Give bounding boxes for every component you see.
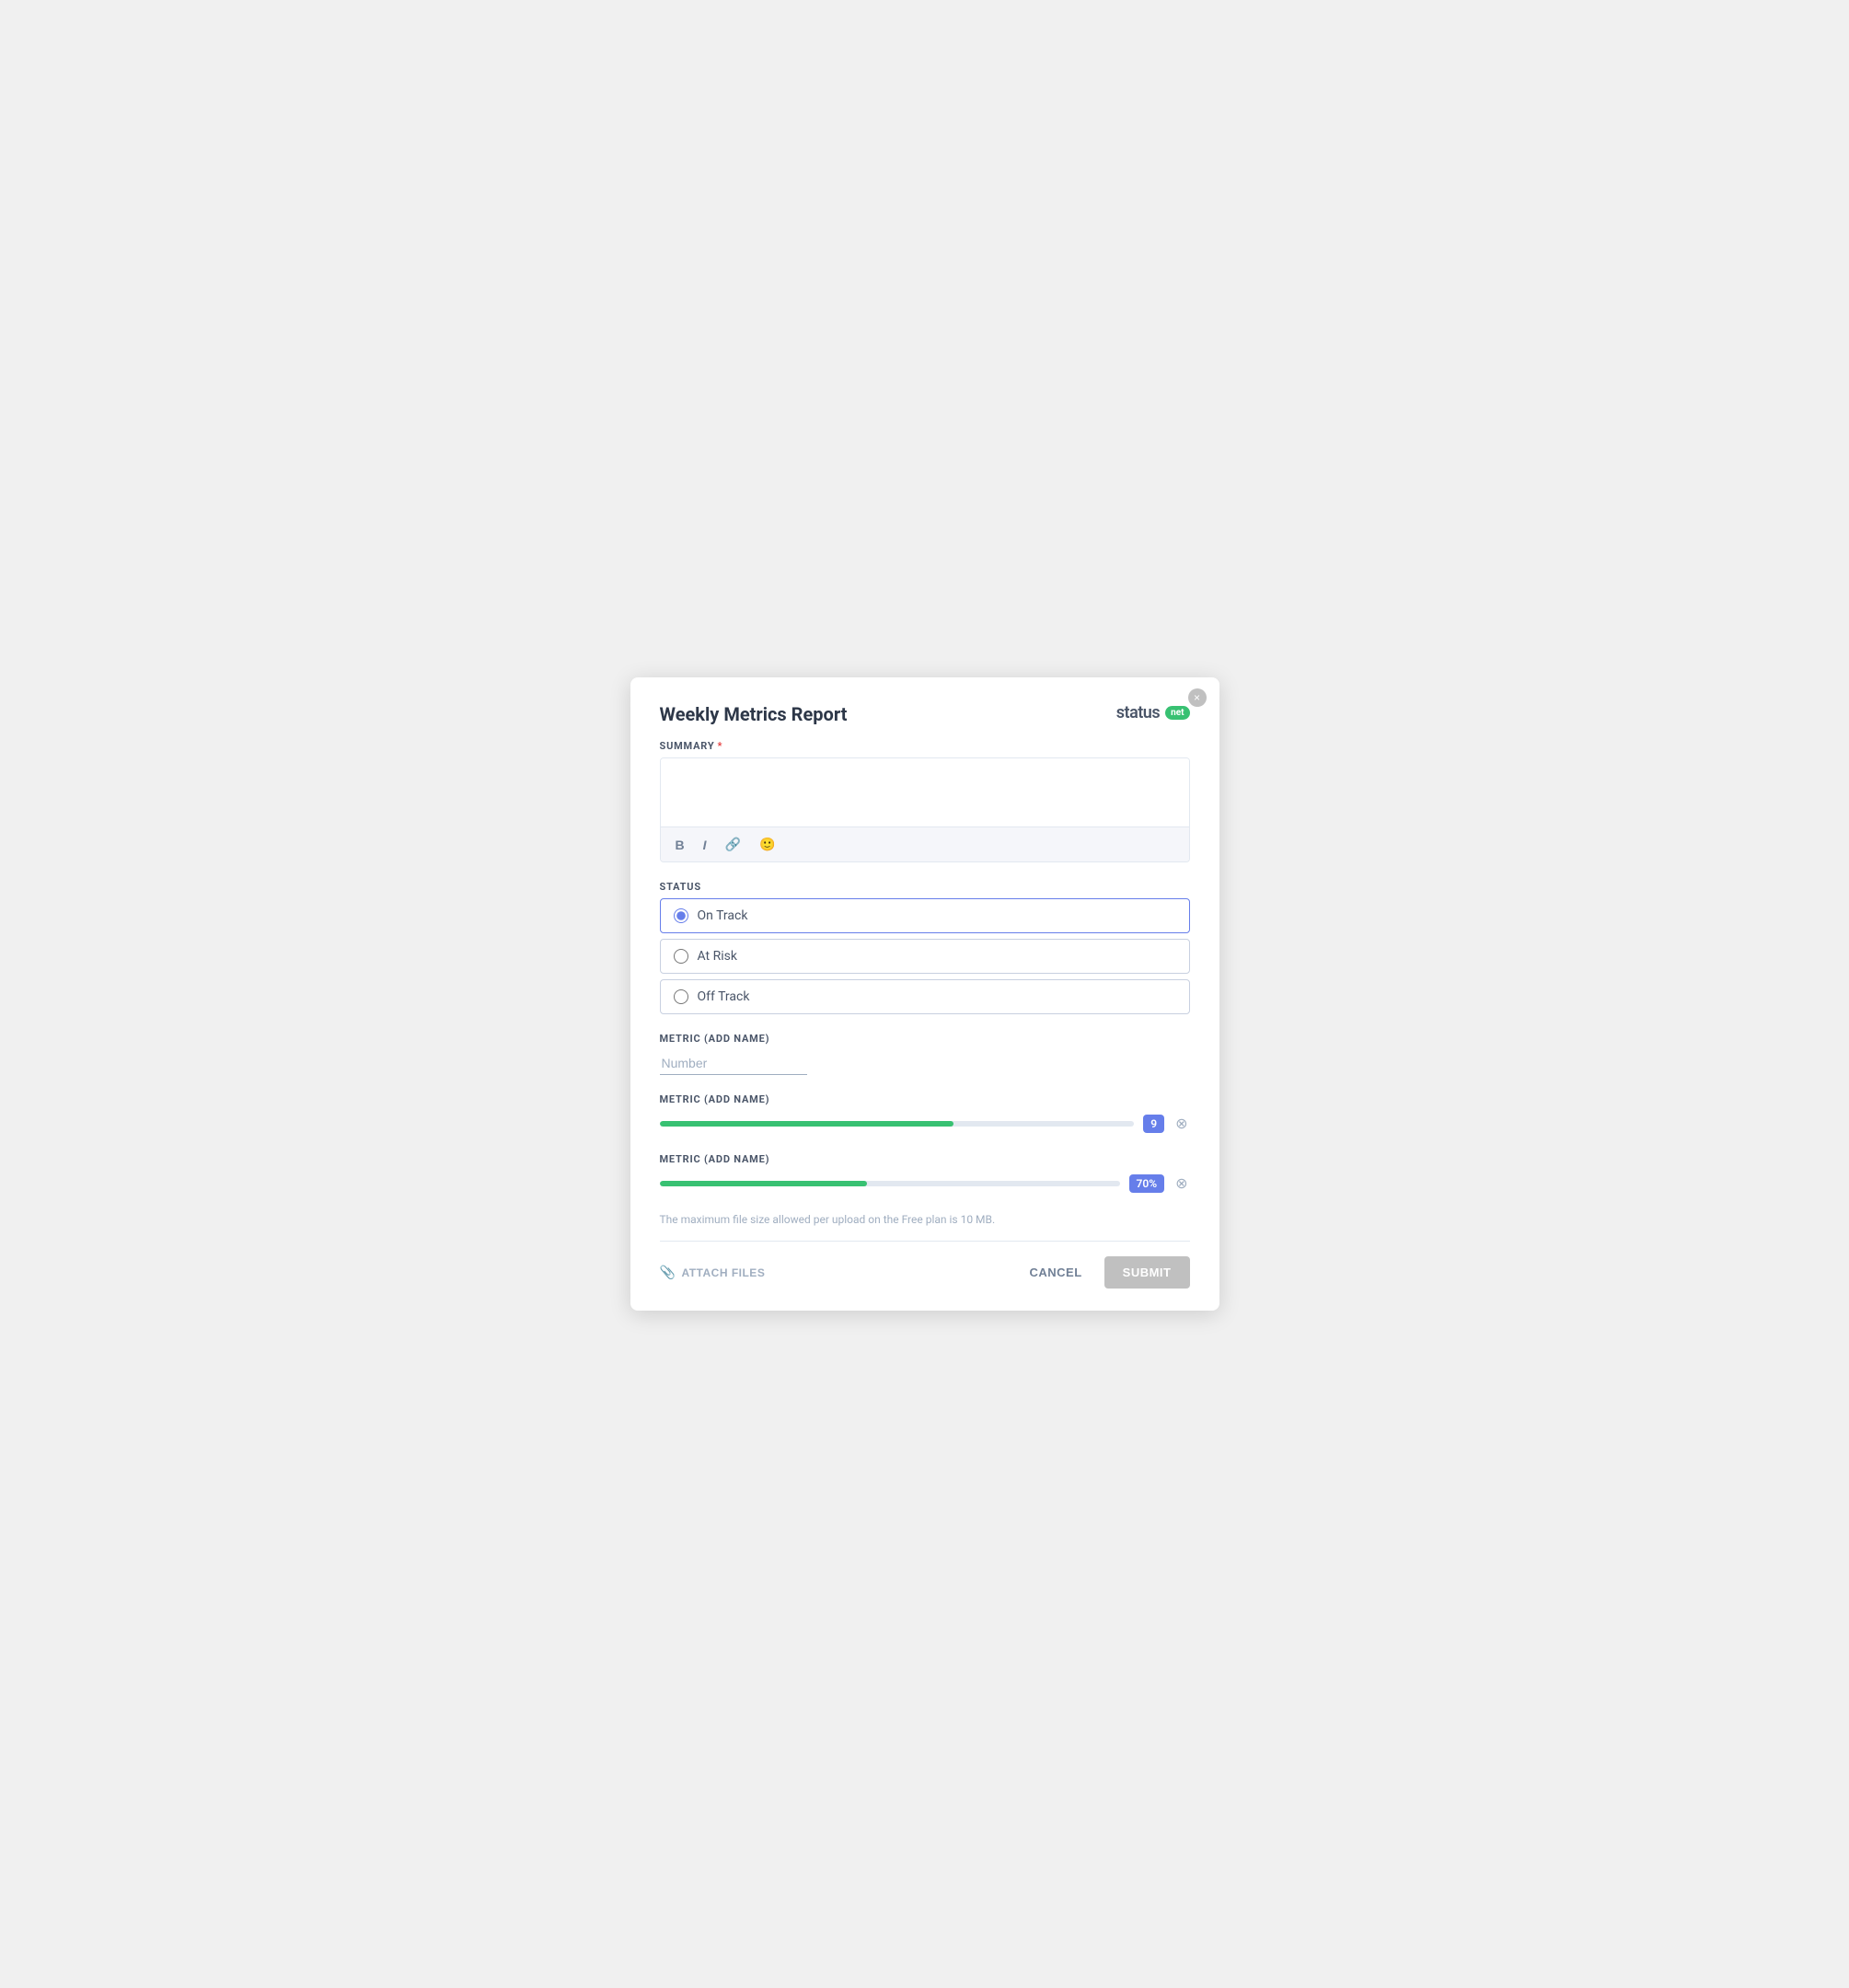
italic-button[interactable]: I [699, 836, 711, 854]
modal-dialog: Weekly Metrics Report status net × SUMMA… [630, 677, 1219, 1311]
metric-1-input[interactable] [660, 1052, 807, 1075]
metric-2-block: METRIC (ADD NAME) 9 ⊗ [660, 1093, 1190, 1135]
metric-3-slider-row: 70% ⊗ [660, 1173, 1190, 1195]
cancel-button[interactable]: CANCEL [1018, 1258, 1092, 1287]
brand-text: status [1116, 703, 1160, 722]
footer-actions: CANCEL SUBMIT [1018, 1256, 1189, 1289]
paperclip-icon: 📎 [660, 1265, 676, 1280]
summary-editor: B I 🔗 🙂 [660, 757, 1190, 862]
link-button[interactable]: 🔗 [722, 835, 745, 854]
metric-3-value-badge: 70% [1129, 1174, 1165, 1193]
metric-1-title: METRIC (ADD NAME) [660, 1033, 1190, 1045]
status-option-off-track[interactable]: Off Track [660, 979, 1190, 1014]
status-radio-at-risk[interactable] [674, 949, 688, 964]
status-option-at-risk[interactable]: At Risk [660, 939, 1190, 974]
metric-3-slider-track[interactable] [660, 1181, 1120, 1186]
metric-1-input-row [660, 1052, 1190, 1075]
close-button[interactable]: × [1188, 688, 1207, 707]
file-size-note: The maximum file size allowed per upload… [660, 1213, 1190, 1226]
status-radio-on-track[interactable] [674, 908, 688, 923]
metric-3-block: METRIC (ADD NAME) 70% ⊗ [660, 1153, 1190, 1195]
modal-footer: 📎 ATTACH FILES CANCEL SUBMIT [660, 1241, 1190, 1289]
metric-3-slider-fill [660, 1181, 867, 1186]
metric-1-block: METRIC (ADD NAME) [660, 1033, 1190, 1075]
bold-button[interactable]: B [672, 836, 688, 854]
status-label: STATUS [660, 881, 1190, 893]
submit-button[interactable]: SUBMIT [1104, 1256, 1190, 1289]
metric-2-remove-button[interactable]: ⊗ [1173, 1113, 1189, 1135]
status-section: STATUS On Track At Risk Off Track [660, 881, 1190, 1014]
metric-3-title: METRIC (ADD NAME) [660, 1153, 1190, 1165]
attach-label: ATTACH FILES [681, 1266, 765, 1279]
metric-2-title: METRIC (ADD NAME) [660, 1093, 1190, 1105]
metric-3-remove-button[interactable]: ⊗ [1173, 1173, 1189, 1195]
status-label-on-track: On Track [698, 908, 748, 923]
brand-logo: status net [1116, 703, 1190, 722]
metric-2-value-badge: 9 [1143, 1115, 1164, 1133]
summary-textarea[interactable] [661, 758, 1189, 823]
status-option-on-track[interactable]: On Track [660, 898, 1190, 933]
summary-section: SUMMARY* B I 🔗 🙂 [660, 740, 1190, 862]
page-wrapper: Weekly Metrics Report status net × SUMMA… [0, 0, 1849, 1988]
modal-header: Weekly Metrics Report status net [660, 703, 1190, 725]
required-star: * [717, 740, 722, 752]
brand-badge: net [1165, 706, 1189, 720]
modal-title: Weekly Metrics Report [660, 703, 848, 725]
metric-2-slider-row: 9 ⊗ [660, 1113, 1190, 1135]
metric-2-slider-fill [660, 1121, 954, 1127]
status-label-at-risk: At Risk [698, 949, 737, 964]
attach-files-button[interactable]: 📎 ATTACH FILES [660, 1265, 766, 1280]
summary-label: SUMMARY* [660, 740, 1190, 752]
emoji-button[interactable]: 🙂 [756, 835, 779, 854]
status-label-off-track: Off Track [698, 989, 750, 1004]
metric-2-slider-track[interactable] [660, 1121, 1135, 1127]
editor-toolbar: B I 🔗 🙂 [661, 826, 1189, 861]
status-radio-off-track[interactable] [674, 989, 688, 1004]
